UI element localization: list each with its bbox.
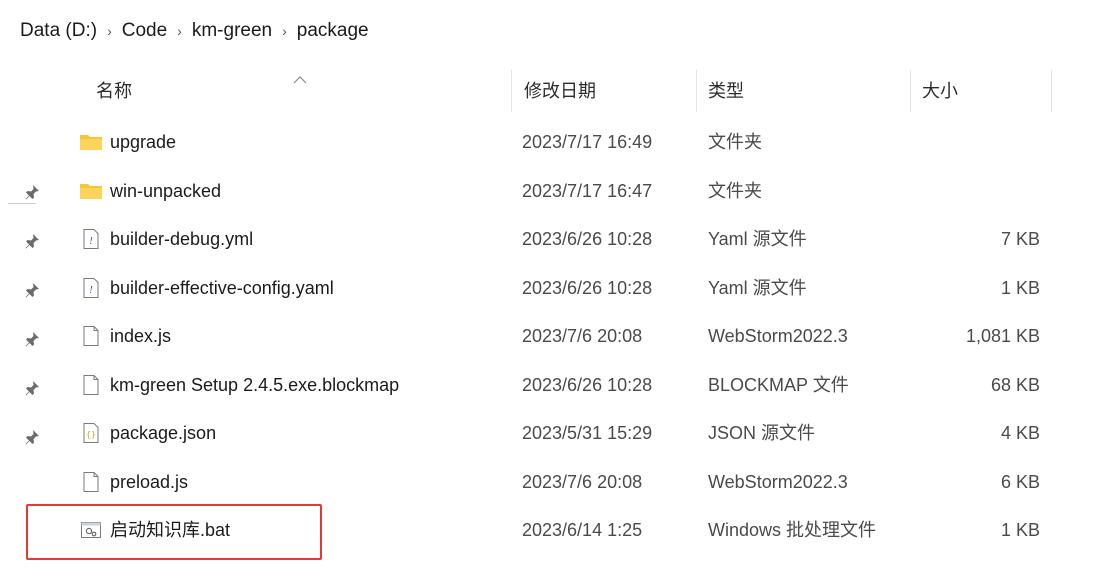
svg-text:!: ! [89,284,93,296]
column-separator[interactable] [910,70,911,112]
file-row[interactable]: index.js 2023/7/6 20:08 WebStorm2022.3 1… [48,312,1052,361]
column-type-header[interactable]: 类型 [708,70,744,112]
file-date: 2023/7/17 16:47 [522,180,653,201]
file-icon [83,471,99,492]
column-date-header[interactable]: 修改日期 [524,70,596,112]
file-name: index.js [110,326,172,346]
folder-icon [80,183,102,199]
file-row[interactable]: ! builder-debug.yml 2023/6/26 10:28 Yaml… [48,215,1052,264]
column-separator[interactable] [696,70,697,112]
file-row[interactable]: preload.js 2023/7/6 20:08 WebStorm2022.3… [48,458,1052,507]
column-separator[interactable] [1051,70,1052,112]
file-list: upgrade 2023/7/17 16:49 文件夹 win-unpacked… [48,118,1052,555]
pin-icon[interactable] [23,232,41,250]
file-icon [83,326,99,346]
file-name: preload.js [110,471,189,492]
pin-icon[interactable] [23,281,41,299]
column-name-header[interactable]: 名称 [96,70,132,112]
pin-icon[interactable] [23,330,41,348]
file-date: 2023/5/31 15:29 [522,423,653,443]
breadcrumb-code[interactable]: Code [122,20,167,42]
file-type: 文件夹 [708,180,762,201]
file-size: 4 KB [1000,423,1040,443]
folder-icon [80,135,102,150]
file-size: 6 KB [1000,471,1040,492]
file-size: 68 KB [990,374,1040,395]
file-date: 2023/6/26 10:28 [522,229,653,249]
file-type: 文件夹 [708,132,762,152]
breadcrumb: Data (D:) › Code › km-green › package [20,16,369,46]
file-type: Yaml 源文件 [708,229,807,249]
breadcrumb-separator: › [177,23,182,39]
json-file-icon: {} [83,423,99,443]
divider [8,203,36,204]
file-row[interactable]: {} package.json 2023/5/31 15:29 JSON 源文件… [48,409,1052,458]
breadcrumb-separator: › [282,23,287,39]
file-name: builder-effective-config.yaml [110,277,334,298]
file-type: WebStorm2022.3 [708,326,848,346]
breadcrumb-separator: › [107,23,112,39]
file-size: 1 KB [1000,520,1040,540]
file-name: win-unpacked [110,180,222,201]
file-size: 7 KB [1000,229,1040,249]
file-row[interactable]: win-unpacked 2023/7/17 16:47 文件夹 [48,167,1052,216]
file-name: package.json [110,423,217,443]
file-date: 2023/6/26 10:28 [522,374,653,395]
file-row[interactable]: upgrade 2023/7/17 16:49 文件夹 [48,118,1052,167]
column-size-header[interactable]: 大小 [922,70,958,112]
file-type: Windows 批处理文件 [708,520,877,540]
file-date: 2023/7/6 20:08 [522,471,643,492]
svg-text:{}: {} [86,430,96,439]
file-type: BLOCKMAP 文件 [708,374,849,395]
file-row[interactable]: km-green Setup 2.4.5.exe.blockmap 2023/6… [48,361,1052,410]
pin-icon[interactable] [23,428,41,446]
breadcrumb-package[interactable]: package [297,20,369,42]
breadcrumb-km-green[interactable]: km-green [192,20,272,42]
file-name: upgrade [110,132,177,152]
file-size: 1,081 KB [965,326,1040,346]
highlight-box [26,504,322,560]
file-type: JSON 源文件 [708,423,816,443]
file-explorer-window: Data (D:) › Code › km-green › package 名称… [0,0,1110,586]
pin-icon[interactable] [23,379,41,397]
column-header: 名称 修改日期 类型 大小 [48,70,1052,112]
file-size: 1 KB [1000,277,1040,298]
file-date: 2023/6/14 1:25 [522,520,643,540]
pin-icon[interactable] [23,183,41,201]
file-date: 2023/6/26 10:28 [522,277,653,298]
file-row[interactable]: ! builder-effective-config.yaml 2023/6/2… [48,264,1052,313]
breadcrumb-drive[interactable]: Data (D:) [20,20,97,42]
file-type: WebStorm2022.3 [708,471,848,492]
file-name: km-green Setup 2.4.5.exe.blockmap [110,374,400,395]
file-date: 2023/7/17 16:49 [522,132,653,152]
file-type: Yaml 源文件 [708,277,807,298]
yaml-file-icon: ! [83,229,99,249]
file-icon [83,374,99,395]
file-name: builder-debug.yml [110,229,254,249]
yaml-file-icon: ! [83,277,99,298]
sort-ascending-icon [293,76,307,84]
file-date: 2023/7/6 20:08 [522,326,643,346]
column-separator[interactable] [511,70,512,112]
svg-text:!: ! [89,235,93,247]
